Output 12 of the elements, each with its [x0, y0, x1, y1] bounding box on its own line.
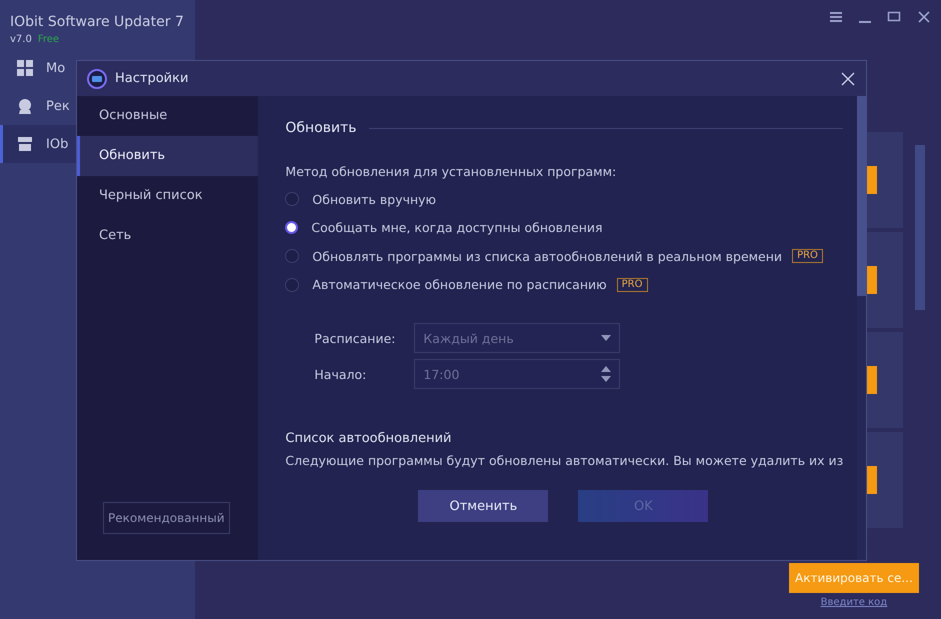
pro-badge: PRO — [616, 278, 648, 292]
field-label: Начало: — [314, 366, 368, 382]
description-text: Следующие программы будут обновлены автоматически. Вы можете удалить их из — [285, 453, 844, 468]
field-label: Расписание: — [314, 330, 397, 346]
version-label: v7.0 — [10, 34, 32, 45]
section-title: Обновить — [285, 120, 357, 136]
pro-badge: PRO — [792, 249, 823, 264]
edition-label: Free — [38, 34, 60, 45]
dialog-title: Настройки — [115, 71, 190, 86]
app-title: IObit Software Updater 7 — [9, 13, 185, 30]
section-subtitle: Список автообновлений — [285, 431, 452, 446]
method-label: Метод обновления для установленных программ: — [285, 164, 618, 179]
